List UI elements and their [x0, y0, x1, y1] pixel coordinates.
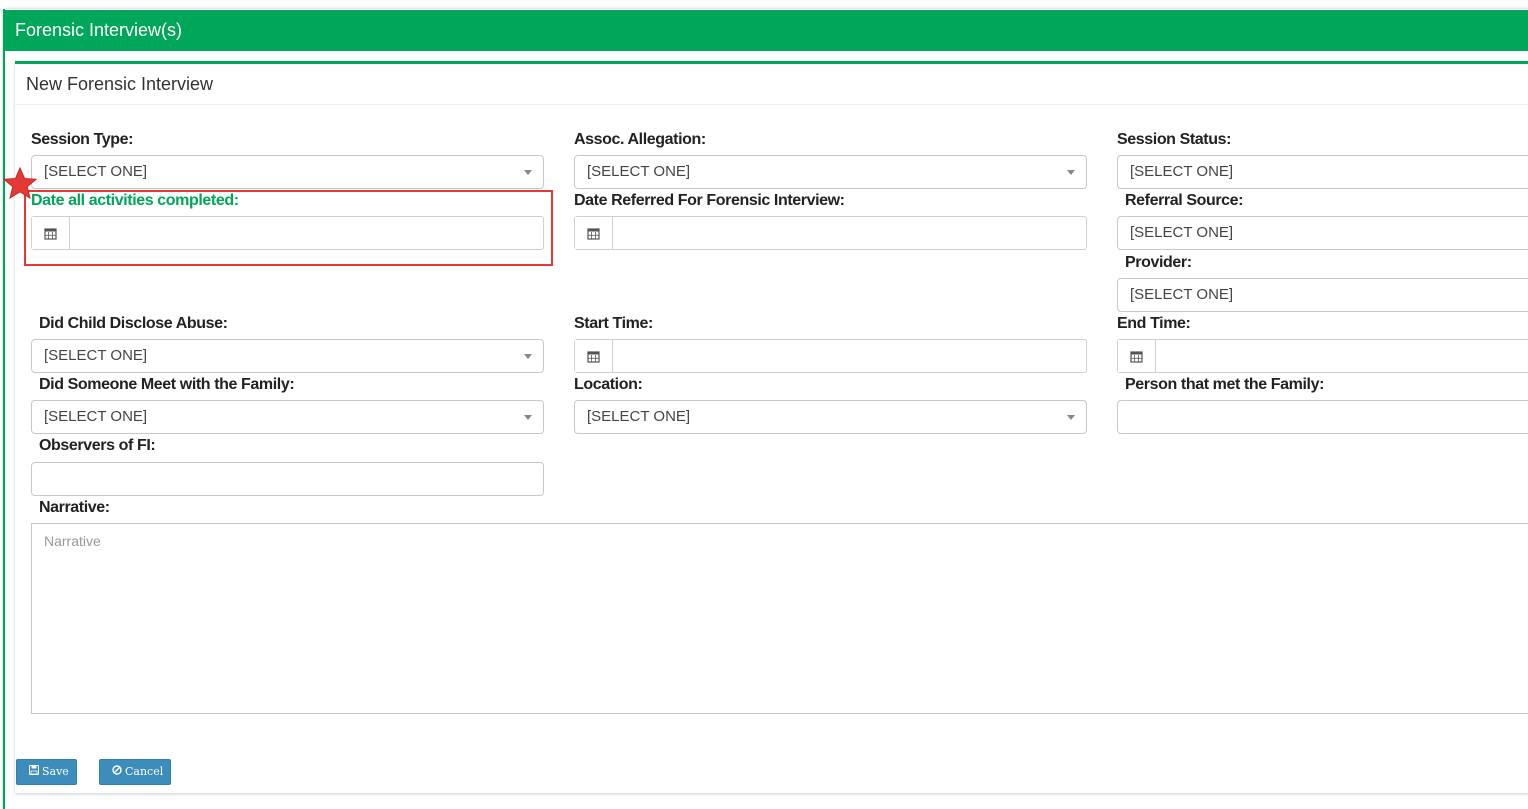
observers-input[interactable]: [31, 462, 544, 496]
panel-title: New Forensic Interview: [15, 64, 1528, 105]
session-type-select[interactable]: [SELECT ONE]: [31, 155, 544, 189]
narrative-label: Narrative:: [39, 499, 110, 516]
chevron-down-icon: [524, 415, 532, 420]
calendar-icon[interactable]: [575, 217, 613, 249]
met-family-select[interactable]: [SELECT ONE]: [31, 400, 544, 434]
narrative-textarea[interactable]: Narrative: [31, 523, 1528, 714]
session-type-value: [SELECT ONE]: [44, 163, 148, 180]
person-met-family-input[interactable]: [1117, 400, 1528, 434]
met-family-value: [SELECT ONE]: [44, 408, 148, 425]
person-met-family-label: Person that met the Family:: [1125, 376, 1325, 393]
chevron-down-icon: [524, 354, 532, 359]
end-time-input[interactable]: [1117, 339, 1528, 373]
assoc-allegation-select[interactable]: [SELECT ONE]: [574, 155, 1087, 189]
save-button[interactable]: Save: [16, 759, 77, 785]
provider-label: Provider:: [1125, 254, 1192, 271]
child-disclose-select[interactable]: [SELECT ONE]: [31, 339, 544, 373]
met-family-label: Did Someone Meet with the Family:: [39, 376, 295, 393]
cancel-label: Cancel: [125, 765, 164, 778]
observers-label: Observers of FI:: [39, 437, 156, 454]
provider-value: [SELECT ONE]: [1130, 286, 1234, 303]
assoc-allegation-label: Assoc. Allegation:: [574, 131, 706, 148]
calendar-icon[interactable]: [575, 340, 613, 372]
date-completed-input[interactable]: [31, 216, 544, 250]
location-label: Location:: [574, 376, 643, 393]
session-status-value: [SELECT ONE]: [1130, 163, 1234, 180]
end-time-label: End Time:: [1117, 315, 1191, 332]
session-status-label: Session Status:: [1117, 131, 1232, 148]
session-status-select[interactable]: [SELECT ONE]: [1117, 155, 1528, 189]
referral-source-value: [SELECT ONE]: [1130, 224, 1234, 241]
referral-source-select[interactable]: [SELECT ONE]: [1117, 216, 1528, 250]
chevron-down-icon: [1067, 170, 1075, 175]
start-time-input[interactable]: [574, 339, 1087, 373]
window-title: Forensic Interview(s): [5, 10, 1528, 51]
child-disclose-value: [SELECT ONE]: [44, 347, 148, 364]
calendar-icon[interactable]: [32, 217, 70, 249]
chevron-down-icon: [1067, 415, 1075, 420]
floppy-disk-icon: [29, 760, 39, 784]
calendar-icon[interactable]: [1118, 340, 1156, 372]
cancel-button[interactable]: Cancel: [99, 759, 171, 785]
date-referred-label: Date Referred For Forensic Interview:: [574, 192, 845, 209]
referral-source-label: Referral Source:: [1125, 192, 1244, 209]
date-referred-input[interactable]: [574, 216, 1087, 250]
date-completed-label: Date all activities completed:: [31, 192, 239, 209]
assoc-allegation-value: [SELECT ONE]: [587, 163, 691, 180]
chevron-down-icon: [524, 170, 532, 175]
location-value: [SELECT ONE]: [587, 408, 691, 425]
location-select[interactable]: [SELECT ONE]: [574, 400, 1087, 434]
child-disclose-label: Did Child Disclose Abuse:: [39, 315, 228, 332]
provider-select[interactable]: [SELECT ONE]: [1117, 278, 1528, 312]
narrative-placeholder: Narrative: [44, 533, 101, 549]
ban-icon: [112, 760, 122, 784]
save-label: Save: [42, 765, 69, 778]
session-type-label: Session Type:: [31, 131, 134, 148]
start-time-label: Start Time:: [574, 315, 653, 332]
